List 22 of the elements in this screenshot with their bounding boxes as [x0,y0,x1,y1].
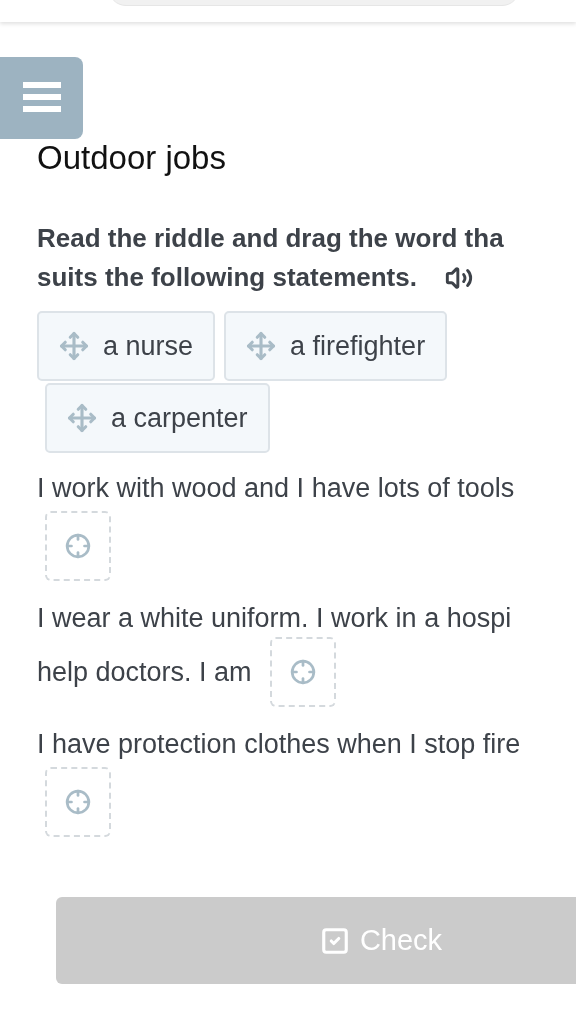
word-chip[interactable]: a nurse [37,311,216,381]
instruction-text: suits the following statements. [37,261,417,294]
menu-icon [22,82,61,114]
statement-text: I work with wood and I have lots of tools [37,472,515,505]
page-title: Outdoor jobs [37,139,227,177]
target-icon [289,659,316,685]
instruction-text: Read the riddle and drag the word tha [37,222,504,255]
statement-text: I wear a white uniform. I work in a hospi [37,602,512,635]
statement-text: help doctors. I am [37,656,252,689]
drop-zone[interactable] [269,637,336,707]
word-chip[interactable]: a firefighter [224,311,448,381]
word-chip[interactable]: a carpenter [45,383,270,453]
menu-button[interactable] [0,57,83,139]
drop-zone[interactable] [45,767,111,837]
target-icon [65,533,91,559]
move-icon [67,403,97,433]
move-icon [246,331,277,361]
checkbox-icon [319,925,350,956]
statement-text: I have protection clothes when I stop fire [37,728,521,761]
move-icon [59,331,89,361]
target-icon [65,789,91,815]
drop-zone[interactable] [45,511,111,581]
